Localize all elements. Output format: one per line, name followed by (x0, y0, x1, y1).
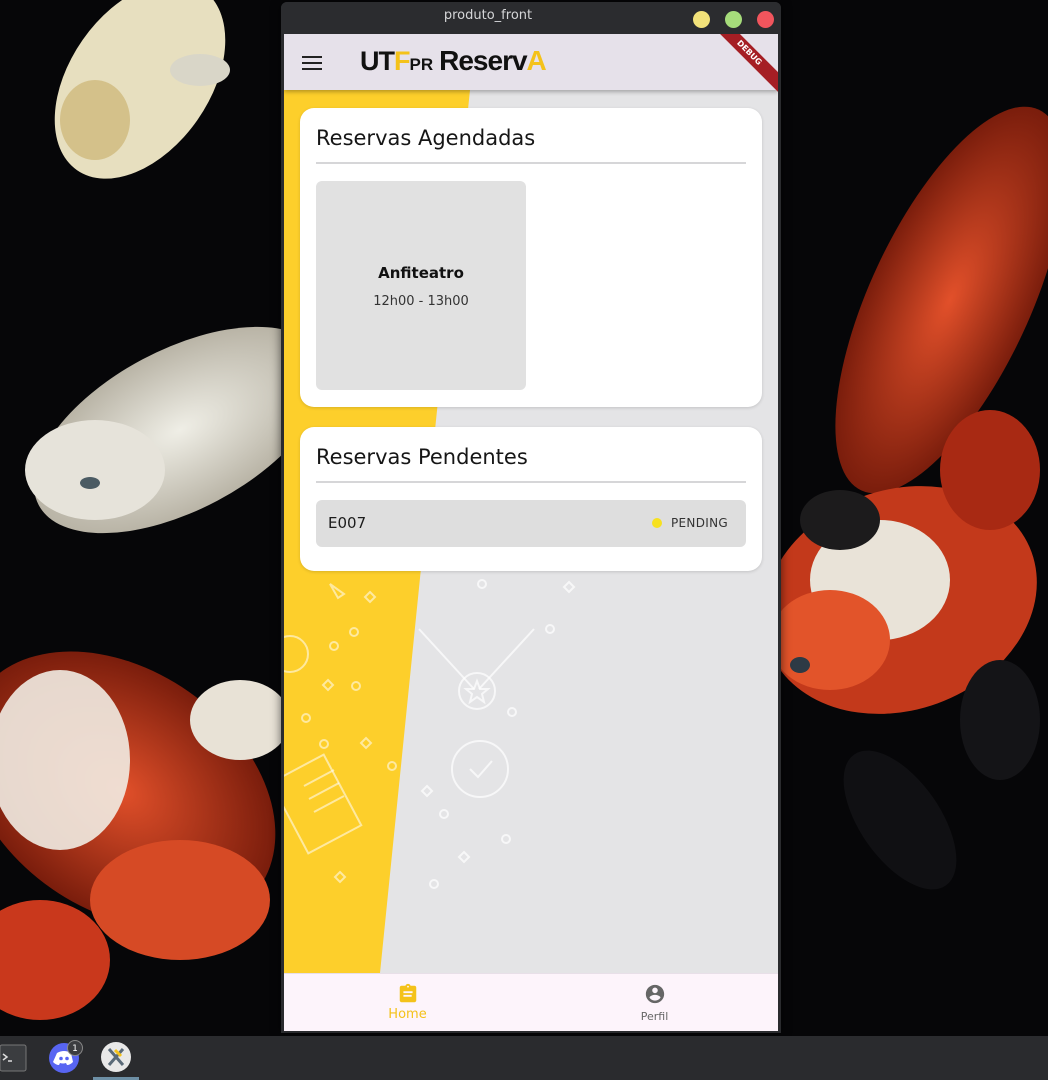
divider (316, 162, 746, 164)
pending-reservation-row[interactable]: E007 PENDING (316, 500, 746, 547)
logo-text-a: A (526, 45, 547, 76)
reservation-time: 12h00 - 13h00 (373, 294, 469, 309)
taskbar-app[interactable] (93, 1036, 139, 1080)
minimize-button[interactable] (693, 11, 710, 28)
reservation-room-name: Anfiteatro (378, 264, 464, 282)
scheduled-reservations-title: Reservas Agendadas (316, 126, 536, 150)
terminal-icon (0, 1044, 27, 1072)
window-title: produto_front (443, 8, 533, 23)
pending-reservations-title: Reservas Pendentes (316, 445, 528, 469)
divider (316, 481, 746, 483)
clipboard-icon (399, 983, 417, 1003)
app-window: produto_front UTFPR ReservA DEBUG Reserv… (281, 2, 781, 1033)
nav-item-home[interactable]: Home (284, 974, 531, 1031)
bottom-navigation: Home Perfil (284, 973, 778, 1031)
taskbar: 1 (0, 1036, 1048, 1080)
app-content: UTFPR ReservA DEBUG Reservas Agendadas An… (284, 34, 778, 1031)
nav-item-profile[interactable]: Perfil (531, 974, 778, 1031)
app-bar: UTFPR ReservA (284, 34, 778, 90)
app-window-icon (101, 1042, 131, 1072)
nav-home-label: Home (388, 1007, 427, 1022)
status-dot-icon (652, 518, 662, 528)
pending-reservations-card: Reservas Pendentes E007 PENDING (300, 427, 762, 571)
logo-text-reserv: Reserv (439, 45, 527, 76)
logo-text-f: F (394, 46, 410, 76)
pending-status-label: PENDING (671, 516, 728, 530)
logo-text-ut: UT (360, 46, 395, 76)
taskbar-terminal[interactable] (0, 1036, 30, 1080)
menu-icon[interactable] (302, 56, 322, 70)
pending-room-code: E007 (328, 514, 367, 532)
account-circle-icon (645, 984, 665, 1004)
scheduled-reservations-card: Reservas Agendadas Anfiteatro 12h00 - 13… (300, 108, 762, 407)
reservation-tile[interactable]: Anfiteatro 12h00 - 13h00 (316, 181, 526, 390)
logo-text-pr: PR (409, 55, 434, 74)
nav-profile-label: Perfil (640, 1010, 669, 1023)
window-titlebar[interactable]: produto_front (281, 2, 781, 34)
utfpr-reserva-logo: UTFPR ReservA (360, 45, 547, 76)
close-button[interactable] (757, 11, 774, 28)
taskbar-discord[interactable]: 1 (42, 1036, 86, 1080)
maximize-button[interactable] (725, 11, 742, 28)
notification-badge: 1 (67, 1040, 83, 1056)
